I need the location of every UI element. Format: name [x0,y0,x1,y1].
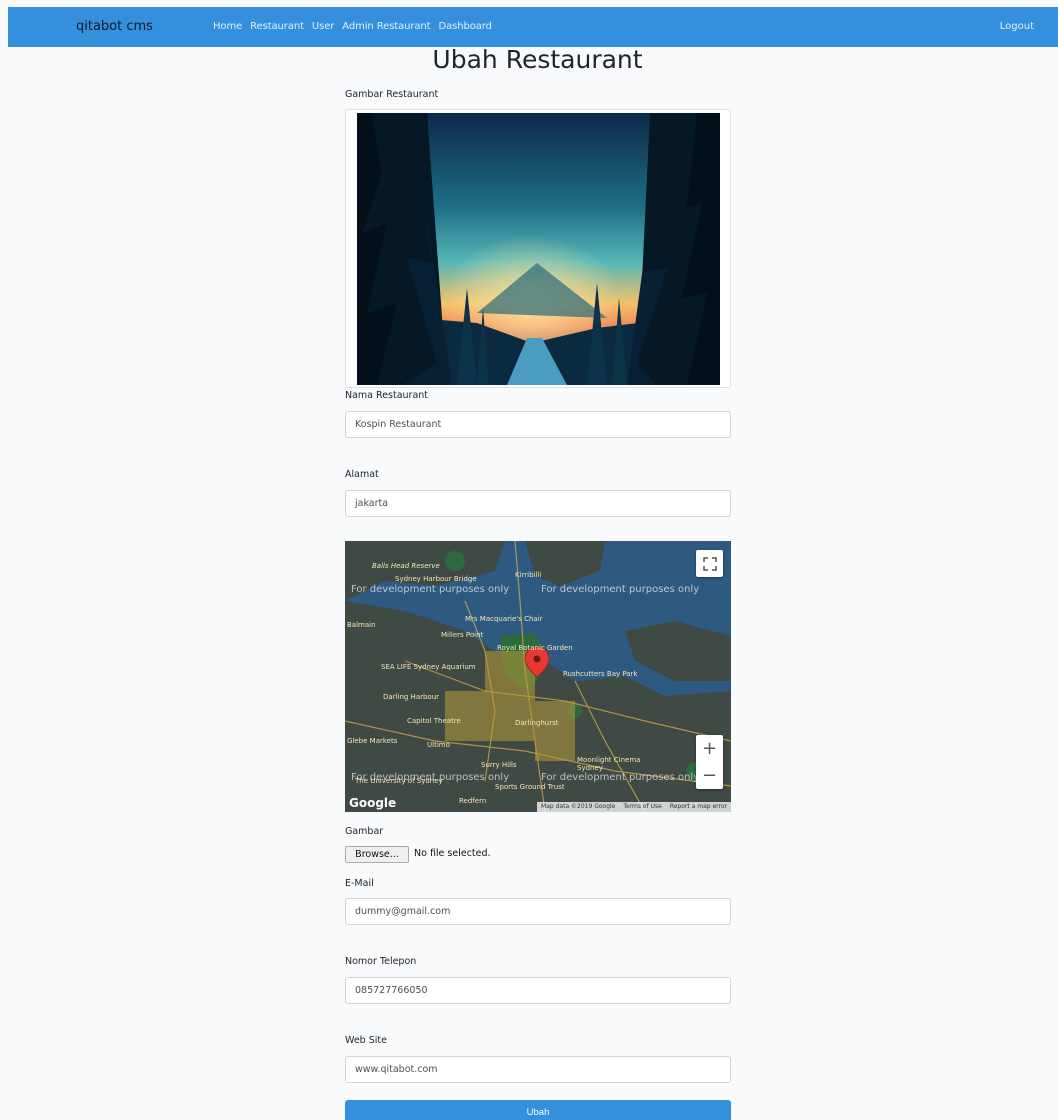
map-place-label: Sydney Harbour Bridge [395,575,477,583]
map-place-label: Royal Botanic Garden [497,644,573,652]
map-place-label: Balls Head Reserve [372,562,440,570]
nav-link-home[interactable]: Home [213,7,242,47]
email-label: E-Mail [345,878,374,889]
map-place-label: Kirribilli [515,571,542,579]
map-place-label: SEA LIFE Sydney Aquarium [381,663,476,671]
report-map-error-link[interactable]: Report a map error [670,802,727,812]
map-data-attribution: Map data ©2019 Google [541,803,616,810]
map-place-label: Sports Ground Trust [495,783,565,791]
nav-link-restaurant[interactable]: Restaurant [250,7,304,47]
phone-input[interactable]: 085727766050 [345,977,731,1004]
brand-link[interactable]: qitabot cms [76,7,153,47]
nav-link-admin-restaurant[interactable]: Admin Restaurant [342,7,430,47]
file-status: No file selected. [414,848,491,859]
image-label: Gambar Restaurant [345,89,439,100]
map-dev-notice: For development purposes only [351,584,510,595]
logout-link[interactable]: Logout [1000,7,1034,47]
nav-link-user[interactable]: User [312,7,335,47]
address-input[interactable]: jakarta [345,490,731,517]
file-label: Gambar [345,826,384,837]
map-place-label: Millers Point [441,631,484,639]
map-dev-notice: For development purposes only [541,772,700,783]
restaurant-name-input[interactable]: Kospin Restaurant [345,411,731,438]
map-place-label: Redfern [459,797,487,805]
zoom-out-button[interactable]: − [702,762,717,789]
browse-button[interactable]: Browse... [345,846,409,863]
fullscreen-icon[interactable] [696,550,723,577]
address-label: Alamat [345,469,379,480]
map-place-label: Moonlight Cinema Sydney [577,756,641,772]
zoom-controls: + − [696,735,723,789]
map-place-label: Ultimo [427,741,450,749]
website-input[interactable]: www.qitabot.com [345,1056,731,1083]
restaurant-image [357,113,720,385]
map-dev-notice: For development purposes only [541,584,700,595]
location-map[interactable]: Balls Head Reserve Sydney Harbour Bridge… [345,541,731,812]
nav-links: Home Restaurant User Admin Restaurant Da… [213,7,492,47]
restaurant-image-frame [345,109,731,388]
page-title: Ubah Restaurant [432,45,643,74]
map-place-label: Surry Hills [481,761,517,769]
website-label: Web Site [345,1035,387,1046]
map-place-label: Mrs Macquarie's Chair [465,615,543,623]
map-place-label: Balmain [347,621,376,629]
google-logo: Google [349,796,397,810]
name-label: Nama Restaurant [345,390,429,401]
terms-of-use-link[interactable]: Terms of Use [623,802,661,812]
nav-link-dashboard[interactable]: Dashboard [439,7,492,47]
map-place-label: Glebe Markets [347,737,398,745]
map-footer: Map data ©2019 Google Terms of Use Repor… [537,802,731,812]
map-place-label: Darlinghurst [515,719,559,727]
zoom-in-button[interactable]: + [702,735,717,762]
map-dev-notice: For development purposes only [351,772,510,783]
phone-label: Nomor Telepon [345,956,417,967]
map-place-label: Darling Harbour [383,693,440,701]
map-place-label: Rushcutters Bay Park [563,670,638,678]
email-input[interactable]: dummy@gmail.com [345,898,731,925]
map-place-label: Capitol Theatre [407,717,461,725]
submit-button[interactable]: Ubah [345,1100,731,1120]
navbar: qitabot cms Home Restaurant User Admin R… [8,7,1058,47]
